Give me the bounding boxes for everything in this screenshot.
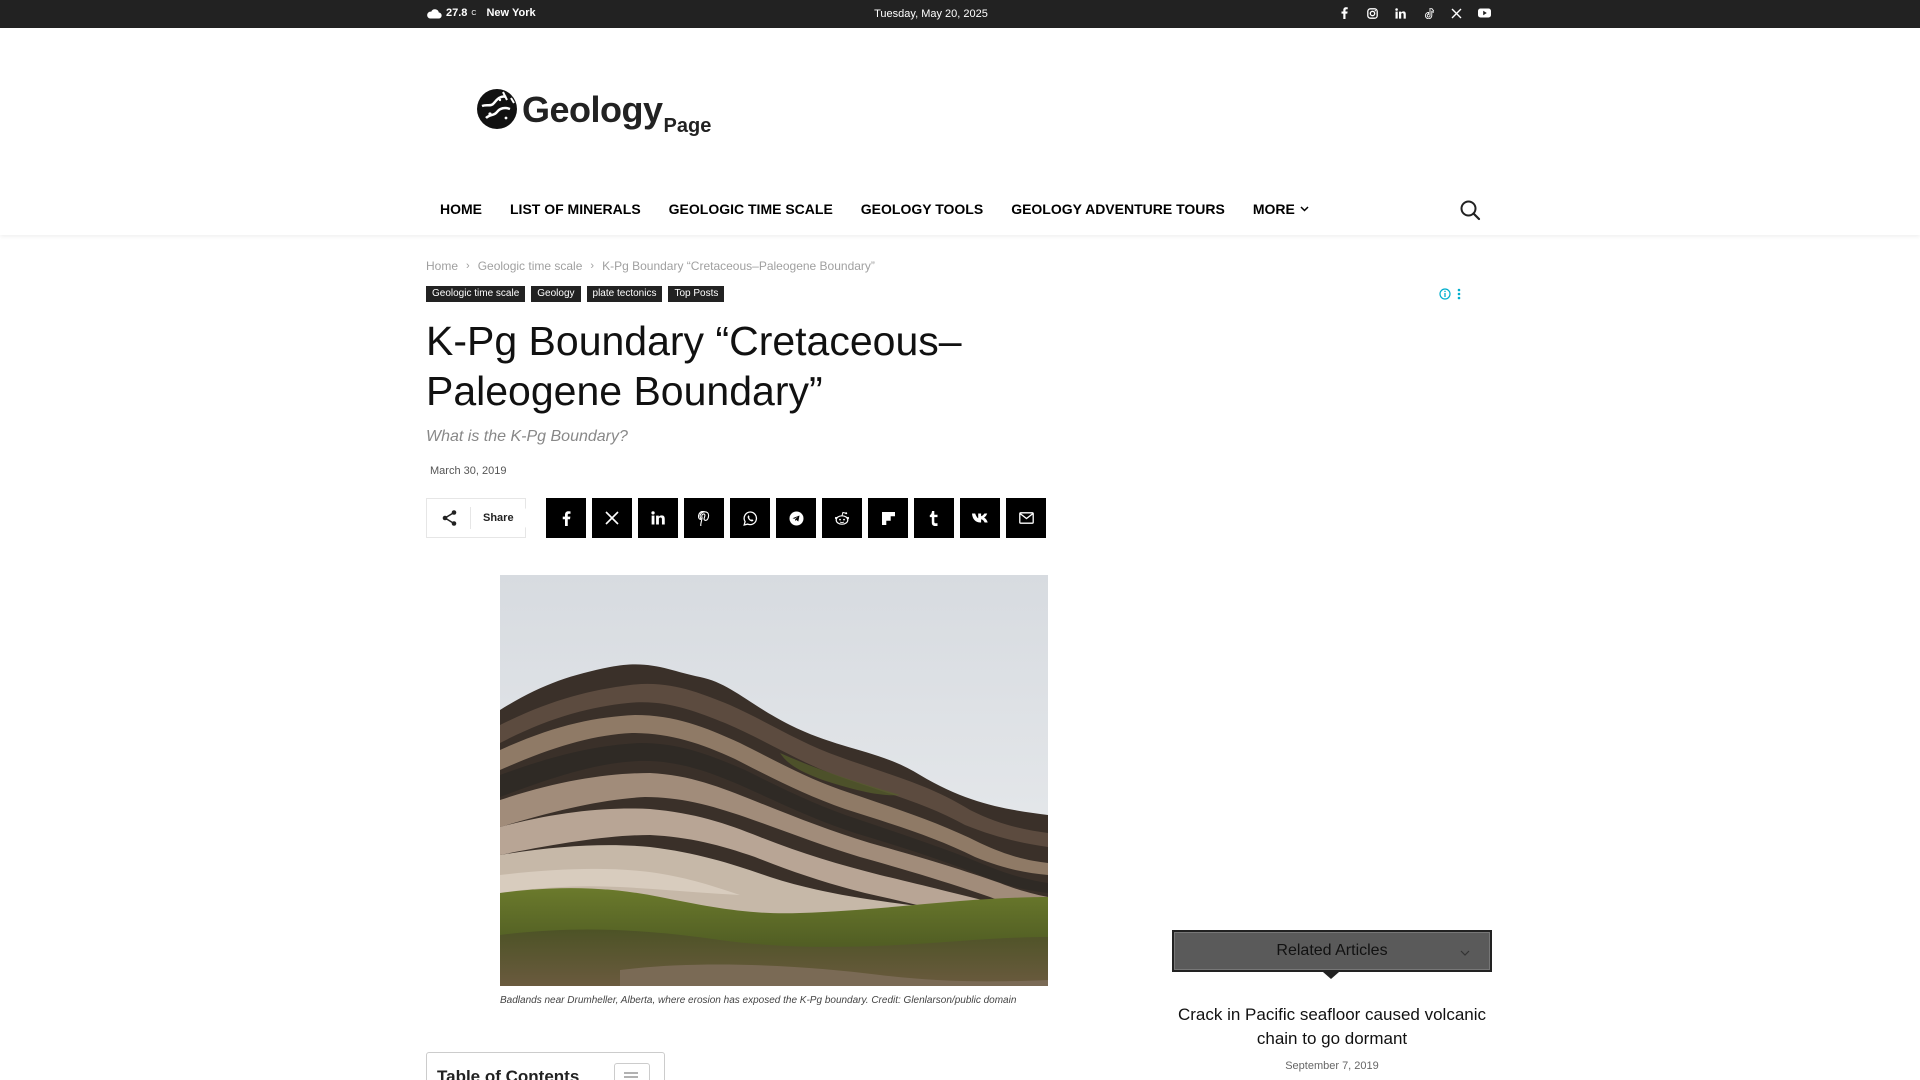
vk-icon [971, 513, 988, 523]
nav-item-geology-tools[interactable]: GEOLOGY TOOLS [847, 196, 997, 222]
x-icon[interactable] [1450, 6, 1463, 20]
pinterest-icon [698, 510, 710, 526]
share-linkedin-button[interactable] [638, 498, 678, 538]
share-pinterest-button[interactable] [684, 498, 724, 538]
nav-label: GEOLOGY TOOLS [860, 201, 984, 217]
nav-label: MORE [1252, 201, 1295, 217]
share-telegram-button[interactable] [776, 498, 816, 538]
article-subtitle: What is the K-Pg Boundary? [426, 428, 628, 445]
nav-item-list-of-minerals[interactable]: LIST OF MINERALS [496, 196, 655, 222]
facebook-icon[interactable] [1338, 6, 1351, 20]
related-post-title[interactable]: Crack in Pacific seafloor caused volcani… [1172, 1003, 1492, 1051]
share-facebook-button[interactable] [546, 498, 586, 538]
share-box-arrow [525, 508, 533, 528]
telegram-icon [789, 511, 803, 525]
youtube-icon[interactable] [1478, 6, 1491, 20]
breadcrumb-separator: › [590, 260, 595, 272]
related-articles-arrow [1323, 972, 1339, 979]
linkedin-icon [651, 511, 665, 525]
nav-label: GEOLOGIC TIME SCALE [668, 201, 833, 217]
related-articles-header[interactable]: Related Articles [1172, 930, 1492, 972]
breadcrumb-home[interactable]: Home [426, 259, 458, 273]
breadcrumb: Home › Geologic time scale › K-Pg Bounda… [426, 259, 875, 273]
instagram-icon[interactable] [1366, 6, 1379, 20]
tag-geology[interactable]: Geology [531, 286, 581, 302]
more-vertical-icon[interactable] [1457, 288, 1461, 300]
tag-geologic-time-scale[interactable]: Geologic time scale [426, 286, 526, 302]
share-buttons [546, 498, 1046, 538]
breadcrumb-separator: › [466, 260, 470, 272]
globe-logo-icon [477, 89, 517, 129]
linkedin-icon[interactable] [1394, 6, 1407, 20]
reddit-icon [834, 511, 850, 525]
share-divider [470, 507, 471, 529]
nav-item-more[interactable]: MORE [1239, 196, 1323, 222]
share-vk-button[interactable] [960, 498, 1000, 538]
share-box: Share [426, 498, 526, 538]
share-tumblr-button[interactable] [914, 498, 954, 538]
search-icon[interactable] [1458, 198, 1482, 222]
flipboard-icon [881, 511, 895, 525]
info-icon[interactable] [1439, 288, 1451, 300]
tag-top-posts[interactable]: Top Posts [668, 286, 725, 302]
logo-text: Geology [522, 89, 663, 130]
main-navigation: HOME LIST OF MINERALS GEOLOGIC TIME SCAL… [426, 196, 1323, 222]
article-title: K-Pg Boundary “Cretaceous–Paleogene Boun… [426, 318, 962, 414]
social-links [1338, 6, 1491, 20]
nav-label: LIST OF MINERALS [510, 201, 641, 217]
image-caption: Badlands near Drumheller, Alberta, where… [500, 995, 1017, 1006]
email-icon [1018, 512, 1034, 524]
table-of-contents: Table of Contents [426, 1052, 665, 1080]
site-header: Geology Page HOME LIST OF MINERALS GEOLO… [0, 28, 1920, 235]
nav-item-geology-adventure-tours[interactable]: GEOLOGY ADVENTURE TOURS [997, 196, 1239, 222]
share-whatsapp-button[interactable] [730, 498, 770, 538]
logo-subtext: Page [663, 115, 712, 137]
toc-title: Table of Contents [437, 1067, 580, 1080]
breadcrumb-current: K-Pg Boundary “Cretaceous–Paleogene Boun… [602, 259, 875, 273]
current-date: Tuesday, May 20, 2025 [874, 8, 988, 20]
chevron-down-icon [1300, 206, 1309, 212]
whatsapp-icon [742, 510, 757, 526]
nav-label: GEOLOGY ADVENTURE TOURS [1011, 201, 1225, 217]
tiktok-icon[interactable] [1422, 6, 1435, 20]
nav-label: HOME [440, 201, 482, 217]
top-bar: 27.8 C New York Tuesday, May 20, 2025 [0, 0, 1920, 28]
tumblr-icon [929, 510, 938, 526]
site-logo[interactable]: Geology Page [476, 88, 711, 137]
article-image [500, 575, 1048, 986]
related-post-date: September 7, 2019 [1285, 1060, 1379, 1072]
category-tags: Geologic time scale Geology plate tecton… [426, 286, 725, 302]
x-icon [605, 511, 619, 525]
badlands-photo [500, 575, 1048, 986]
related-articles-title: Related Articles [1276, 942, 1388, 959]
chevron-down-icon [1460, 950, 1470, 956]
share-reddit-button[interactable] [822, 498, 862, 538]
publish-date: March 30, 2019 [430, 465, 507, 477]
share-email-button[interactable] [1006, 498, 1046, 538]
share-label: Share [483, 512, 514, 524]
tag-plate-tectonics[interactable]: plate tectonics [586, 286, 663, 302]
list-icon [624, 1072, 638, 1078]
breadcrumb-category[interactable]: Geologic time scale [478, 259, 583, 273]
share-flipboard-button[interactable] [868, 498, 908, 538]
share-x-button[interactable] [592, 498, 632, 538]
nav-item-geologic-time-scale[interactable]: GEOLOGIC TIME SCALE [655, 196, 847, 222]
toc-toggle-button[interactable] [614, 1063, 650, 1080]
share-icon [442, 510, 457, 526]
nav-item-home[interactable]: HOME [426, 196, 496, 222]
facebook-icon [562, 510, 570, 526]
ad-choices [1439, 288, 1461, 300]
